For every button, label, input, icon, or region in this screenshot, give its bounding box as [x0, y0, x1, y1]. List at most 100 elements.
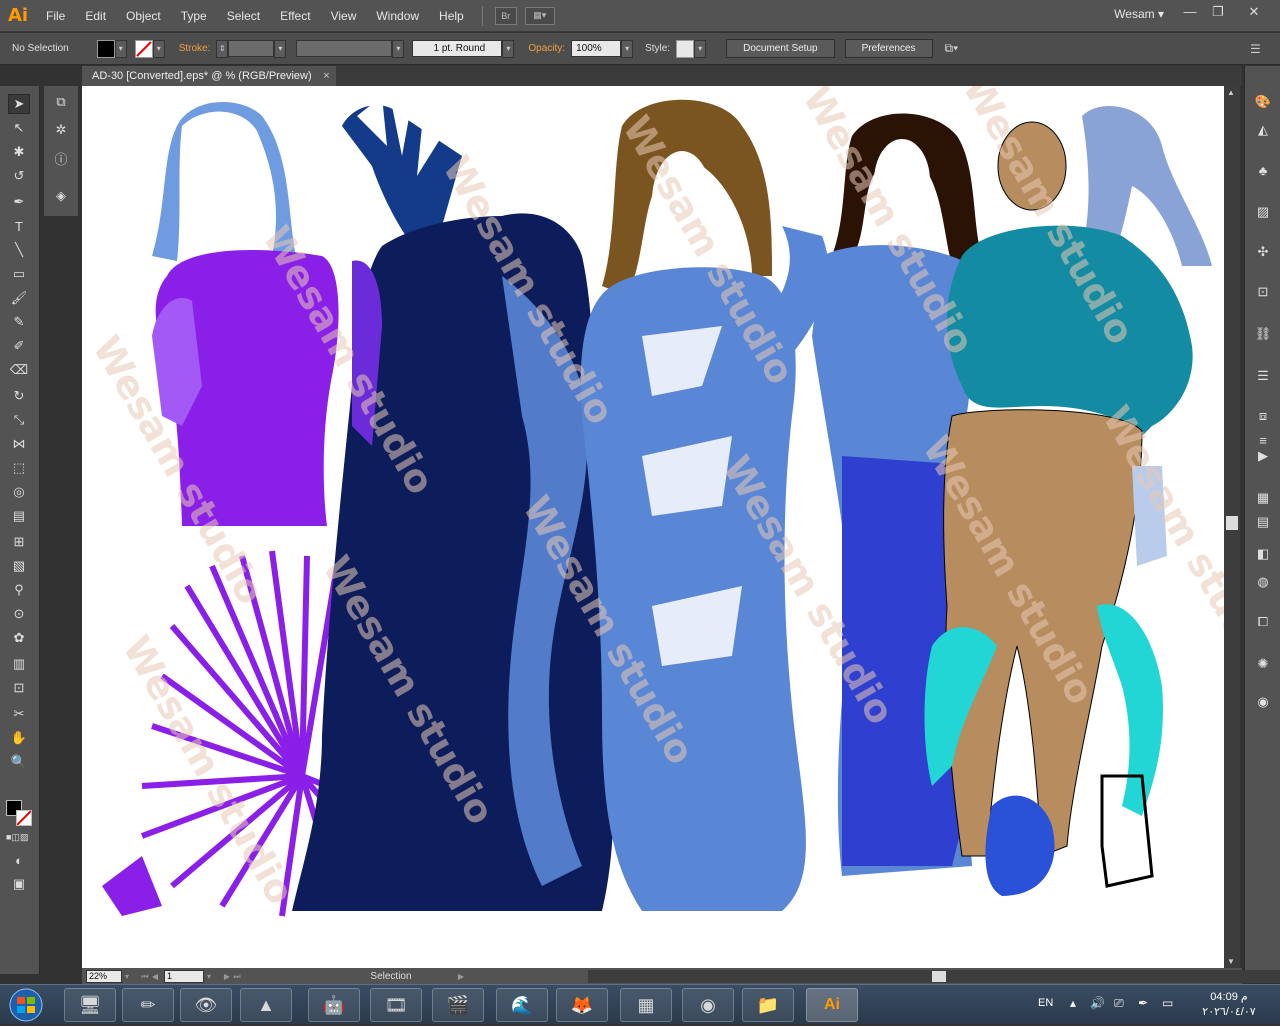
width-tool-icon[interactable]: ⋈ — [8, 434, 30, 454]
document-info-icon[interactable]: ✺ — [1253, 654, 1273, 674]
task-monitor-icon[interactable]: 🖥 — [64, 988, 116, 1022]
opacity-dropdown[interactable]: ▾ — [621, 39, 634, 58]
magic-wand-tool-icon[interactable]: ✱ — [8, 142, 30, 162]
artboard-number-field[interactable]: 1 — [164, 970, 204, 983]
transparency-icon[interactable]: ◍ — [1253, 572, 1273, 592]
info-icon[interactable]: ⓘ — [51, 148, 71, 168]
pathfinder-icon[interactable]: ⧈ — [1253, 406, 1273, 426]
selection-tool-icon[interactable]: ➤ — [8, 94, 30, 114]
artboards-icon[interactable]: ⧉ — [51, 92, 71, 112]
menu-window[interactable]: Window — [366, 0, 429, 32]
first-artboard-icon[interactable]: ⏮ — [140, 972, 150, 982]
opacity-label[interactable]: Opacity: — [528, 43, 565, 54]
pencil-tool-icon[interactable]: ✎ — [8, 312, 30, 332]
task-chrome-icon[interactable]: ◉ — [682, 988, 734, 1022]
pen-tool-icon[interactable]: ✒ — [8, 192, 30, 212]
preferences-button[interactable]: Preferences — [844, 39, 933, 58]
perspective-grid-tool-icon[interactable]: ▤ — [8, 506, 30, 526]
previous-artboard-icon[interactable]: ◀ — [150, 972, 160, 981]
task-media-icon[interactable]: 🎞 — [370, 988, 422, 1022]
brushes-icon[interactable]: ▨ — [1253, 202, 1273, 222]
start-button[interactable] — [6, 987, 46, 1023]
scroll-up-icon[interactable]: ▲ — [1227, 88, 1235, 97]
artboard-tool-icon[interactable]: ⊡ — [8, 678, 30, 698]
gradient-panel-icon[interactable]: ◧ — [1253, 544, 1273, 564]
shape-builder-tool-icon[interactable]: ◎ — [8, 482, 30, 502]
brush-definition[interactable]: 1 pt. Round — [412, 40, 503, 57]
menu-edit[interactable]: Edit — [75, 0, 116, 32]
scale-tool-icon[interactable]: ⤡ — [8, 410, 30, 430]
current-tool-name[interactable]: Selection — [326, 971, 456, 982]
stroke-weight-stepper[interactable]: ⇕ — [216, 39, 229, 58]
system-clock[interactable]: م 04:09 ٢٠٢٦/٠٤/٠٧ — [1190, 990, 1268, 1020]
opacity-field[interactable]: 100% — [571, 40, 622, 57]
brush-dropdown[interactable]: ▾ — [502, 39, 515, 58]
last-artboard-icon[interactable]: ⏭ — [232, 972, 242, 982]
direct-selection-tool-icon[interactable]: ↖ — [8, 118, 30, 138]
stroke-weight-field[interactable] — [228, 40, 275, 57]
horizontal-scrollbar[interactable] — [588, 970, 1280, 983]
network-icon[interactable]: ⎚ — [1114, 996, 1124, 1011]
document-setup-button[interactable]: Document Setup — [726, 39, 835, 58]
status-menu-icon[interactable]: ▶ — [456, 972, 466, 981]
rotate-tool-icon[interactable]: ↻ — [8, 386, 30, 406]
slice-tool-icon[interactable]: ✂ — [8, 704, 30, 724]
eraser-tool-icon[interactable]: ⌫ — [8, 360, 30, 380]
stroke-dropdown[interactable]: ▾ — [152, 39, 165, 58]
bridge-button[interactable]: Br — [494, 6, 517, 25]
profile-dropdown[interactable]: ▾ — [392, 39, 405, 58]
volume-icon[interactable]: 🔊 — [1090, 996, 1105, 1010]
arrange-documents-button[interactable]: ▦▾ — [524, 6, 555, 25]
line-tool-icon[interactable]: ╲ — [8, 240, 30, 260]
menu-view[interactable]: View — [321, 0, 367, 32]
restore-button[interactable]: ❐ — [1204, 2, 1232, 22]
artboard-canvas[interactable]: Wesam studio Wesam studio Wesam studio W… — [82, 86, 1224, 968]
zoom-dropdown-icon[interactable]: ▾ — [122, 972, 132, 981]
paintbrush-tool-icon[interactable]: 🖌 — [8, 288, 30, 308]
arrange-icon[interactable]: ⧉▾ — [945, 41, 959, 56]
menu-file[interactable]: File — [36, 0, 75, 32]
document-tab[interactable]: AD-30 [Converted].eps* @ % (RGB/Preview)… — [82, 66, 336, 86]
task-firefox-icon[interactable]: 🦊 — [556, 988, 608, 1022]
eyedropper-tool-icon[interactable]: ⚲ — [8, 580, 30, 600]
graphic-styles-icon[interactable]: ▦ — [1253, 488, 1273, 508]
lasso-tool-icon[interactable]: ↺ — [8, 166, 30, 186]
menu-help[interactable]: Help — [429, 0, 474, 32]
color-mode-icons[interactable]: ■◫▨ — [6, 832, 28, 843]
attributes-icon[interactable]: ◉ — [1253, 692, 1273, 712]
align-icon[interactable]: ☰ — [1253, 366, 1273, 386]
fill-dropdown[interactable]: ▾ — [114, 39, 127, 58]
type-tool-icon[interactable]: T — [8, 216, 30, 236]
variable-width-profile[interactable] — [296, 40, 393, 57]
fill-swatch[interactable] — [96, 39, 115, 58]
layers-icon[interactable]: ◈ — [51, 186, 71, 206]
pen-tray-icon[interactable]: ✒ — [1138, 996, 1148, 1010]
menu-select[interactable]: Select — [217, 0, 270, 32]
blob-brush-tool-icon[interactable]: ✐ — [8, 336, 30, 356]
vertical-scrollbar[interactable]: ▲ ▼ — [1224, 86, 1240, 968]
artboard-dropdown-icon[interactable]: ▾ — [204, 972, 214, 981]
symbol-sprayer-tool-icon[interactable]: ✿ — [8, 628, 30, 648]
symbols-panel-icon[interactable]: ✣ — [1253, 242, 1273, 262]
action-center-icon[interactable]: ▭ — [1162, 996, 1173, 1010]
stroke-color-swatch[interactable] — [16, 810, 32, 826]
graphic-style-swatch[interactable] — [676, 39, 695, 58]
task-robot-icon[interactable]: 🤖 — [308, 988, 360, 1022]
minimize-button[interactable]: — — [1176, 2, 1204, 22]
task-eye-app-icon[interactable]: 👁 — [180, 988, 232, 1022]
navigator-icon[interactable]: ⧠ — [1253, 612, 1273, 632]
zoom-field[interactable]: 22% — [86, 970, 122, 983]
tray-expand-icon[interactable]: ▴ — [1070, 996, 1076, 1010]
stroke-weight-dropdown[interactable]: ▾ — [274, 39, 287, 58]
drawing-mode-icon[interactable]: ◐ — [8, 850, 30, 870]
transform-icon[interactable]: ⊡ — [1253, 282, 1273, 302]
task-vlc-icon[interactable]: ▲ — [240, 988, 292, 1022]
rectangle-tool-icon[interactable]: ▭ — [8, 264, 30, 284]
gradient-tool-icon[interactable]: ▧ — [8, 556, 30, 576]
workspace-switcher[interactable]: Wesam ▾ — [1114, 7, 1164, 21]
screen-mode-icon[interactable]: ▣ — [8, 874, 30, 894]
column-graph-tool-icon[interactable]: ▥ — [8, 654, 30, 674]
symbols-icon[interactable]: ✲ — [51, 120, 71, 140]
color-guide-icon[interactable]: ◭ — [1253, 120, 1273, 140]
zoom-tool-icon[interactable]: 🔍 — [8, 752, 30, 772]
